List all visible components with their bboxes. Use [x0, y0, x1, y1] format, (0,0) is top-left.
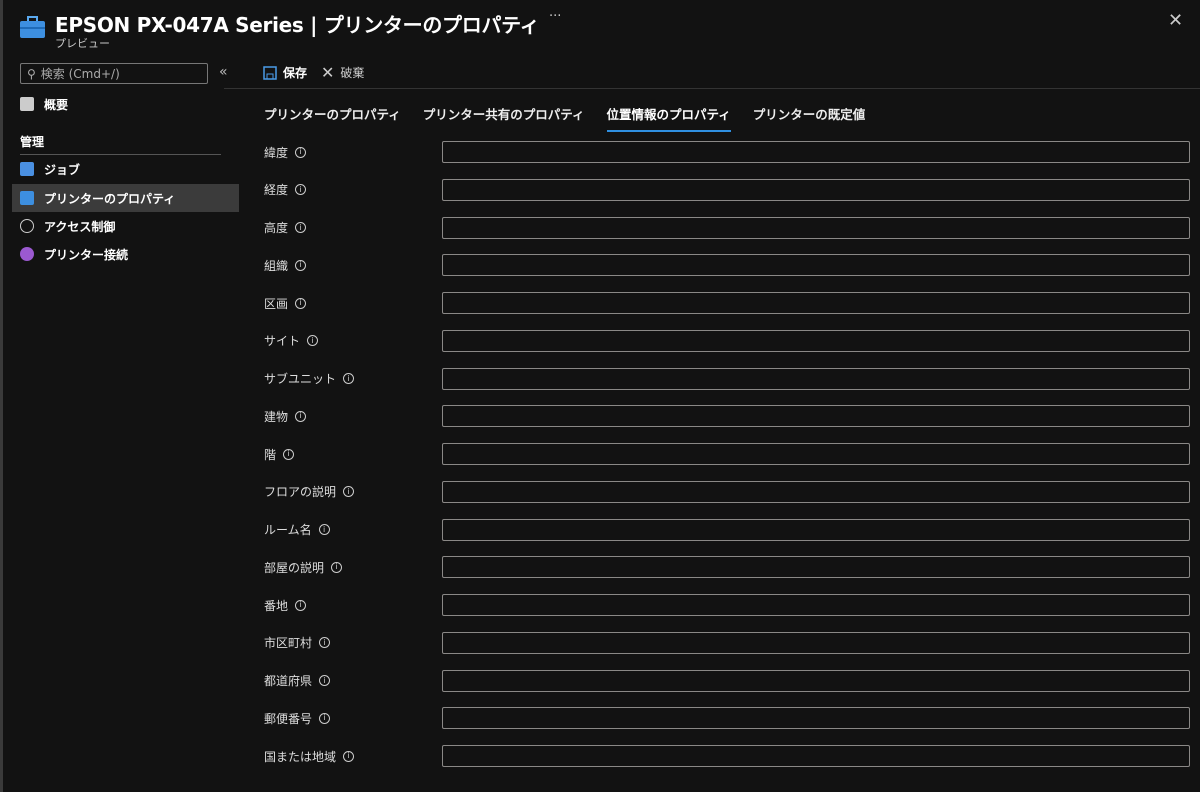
- info-icon[interactable]: i: [295, 222, 307, 233]
- search-input[interactable]: ⚲ 検索 (Cmd+/): [20, 63, 208, 84]
- collapse-sidebar-button[interactable]: «: [219, 64, 228, 80]
- section-heading: 管理: [20, 135, 45, 149]
- info-icon[interactable]: i: [343, 373, 355, 384]
- info-icon[interactable]: i: [295, 410, 307, 422]
- field-label: 緯度 i: [264, 144, 442, 161]
- close-icon: ✕: [321, 63, 335, 82]
- form-row: 区画 i: [264, 292, 1190, 314]
- window-edge: [0, 0, 3, 792]
- save-button[interactable]: 保存: [263, 64, 307, 81]
- field-input[interactable]: [442, 631, 1190, 654]
- field-input[interactable]: [442, 141, 1190, 163]
- field-label: 市区町村 i: [264, 634, 442, 651]
- form-row: 国または地域 i: [264, 745, 1190, 767]
- divider: [224, 88, 1200, 89]
- sidebar-item-access-control[interactable]: アクセス制御: [12, 212, 239, 240]
- discard-button[interactable]: ✕ 破棄: [321, 63, 364, 82]
- field-input[interactable]: [442, 329, 1190, 352]
- search-icon: ⚲: [27, 66, 36, 81]
- field-input[interactable]: [442, 178, 1190, 201]
- info-icon[interactable]: i: [295, 599, 307, 611]
- info-icon[interactable]: i: [343, 486, 355, 498]
- form-row: ルーム名 i: [264, 518, 1190, 541]
- form-row: 部屋の説明 i: [264, 556, 1190, 579]
- page-title: EPSON PX-047A Series | プリンターのプロパティ: [55, 13, 540, 37]
- field-label: 区画 i: [264, 295, 442, 312]
- sidebar-item-jobs[interactable]: ジョブ: [12, 155, 239, 183]
- tab-location-properties[interactable]: 位置情報のプロパティ: [606, 104, 731, 132]
- field-label: 高度 i: [264, 219, 442, 236]
- more-button[interactable]: ···: [549, 9, 561, 24]
- save-icon: [263, 65, 277, 80]
- field-input[interactable]: [442, 443, 1190, 465]
- form-row: 建物 i: [264, 405, 1190, 428]
- field-label: 都道府県 i: [264, 672, 442, 689]
- printer-icon: [20, 97, 34, 111]
- info-icon[interactable]: i: [331, 561, 343, 573]
- info-icon[interactable]: i: [283, 448, 295, 460]
- info-icon[interactable]: i: [295, 146, 307, 158]
- field-input[interactable]: [442, 594, 1190, 616]
- field-label: フロアの説明 i: [264, 483, 442, 500]
- form-row: 経度 i: [264, 178, 1190, 201]
- close-button[interactable]: ✕: [1168, 10, 1183, 31]
- field-input[interactable]: [442, 480, 1190, 503]
- form-row: 階i: [264, 443, 1190, 465]
- field-input[interactable]: [442, 745, 1190, 767]
- tab-sharing-properties[interactable]: プリンター共有のプロパティ: [423, 104, 585, 132]
- info-icon[interactable]: i: [319, 637, 331, 649]
- field-label: 階i: [264, 446, 442, 463]
- field-label: 建物 i: [264, 408, 442, 425]
- printer-properties-icon: [20, 16, 45, 38]
- field-input[interactable]: [442, 254, 1190, 277]
- field-label: サブユニット i: [264, 370, 442, 387]
- sidebar-item-printer-connection[interactable]: プリンター接続: [12, 240, 239, 268]
- cloud-connection-icon: [20, 247, 34, 261]
- field-input[interactable]: [442, 405, 1190, 428]
- field-label: 番地 i: [264, 597, 442, 614]
- tab-printer-defaults[interactable]: プリンターの既定値: [753, 104, 866, 132]
- info-icon[interactable]: i: [295, 259, 307, 271]
- printer-properties-icon: [20, 191, 34, 205]
- info-icon[interactable]: i: [307, 335, 319, 347]
- users-icon: [20, 219, 34, 233]
- field-input[interactable]: [442, 518, 1190, 541]
- form-row: 番地 i: [264, 594, 1190, 616]
- sidebar-item-overview[interactable]: 概要: [12, 90, 239, 118]
- field-label: 部屋の説明 i: [264, 559, 442, 576]
- field-input[interactable]: [442, 216, 1190, 239]
- field-input[interactable]: [442, 367, 1190, 390]
- form-row: 緯度 i: [264, 141, 1190, 163]
- sidebar-item-printer-properties[interactable]: プリンターのプロパティ: [12, 184, 239, 212]
- field-input[interactable]: [442, 556, 1190, 579]
- form-row: サイト i: [264, 329, 1190, 352]
- form-row: サブユニット i: [264, 367, 1190, 390]
- field-label: 経度 i: [264, 181, 442, 198]
- field-input[interactable]: [442, 707, 1190, 730]
- field-label: 郵便番号 i: [264, 710, 442, 727]
- form-row: 郵便番号 i: [264, 707, 1190, 730]
- field-label: 国または地域 i: [264, 748, 442, 765]
- info-icon[interactable]: i: [295, 297, 307, 309]
- field-label: ルーム名 i: [264, 521, 442, 538]
- form-row: 都道府県 i: [264, 669, 1190, 692]
- field-input[interactable]: [442, 669, 1190, 692]
- field-input[interactable]: [442, 292, 1190, 314]
- form-row: 市区町村 i: [264, 631, 1190, 654]
- info-icon[interactable]: i: [343, 750, 355, 762]
- field-label: 組織 i: [264, 257, 442, 274]
- info-icon[interactable]: i: [319, 675, 331, 686]
- info-icon[interactable]: i: [295, 184, 307, 196]
- jobs-icon: [20, 162, 34, 176]
- field-label: サイト i: [264, 332, 442, 349]
- info-icon[interactable]: i: [319, 712, 331, 724]
- page-subtitle: プレビュー: [55, 37, 110, 50]
- form-row: フロアの説明 i: [264, 480, 1190, 503]
- form-row: 高度 i: [264, 216, 1190, 239]
- info-icon[interactable]: i: [318, 524, 330, 535]
- form-row: 組織 i: [264, 254, 1190, 277]
- tab-printer-properties[interactable]: プリンターのプロパティ: [264, 104, 401, 132]
